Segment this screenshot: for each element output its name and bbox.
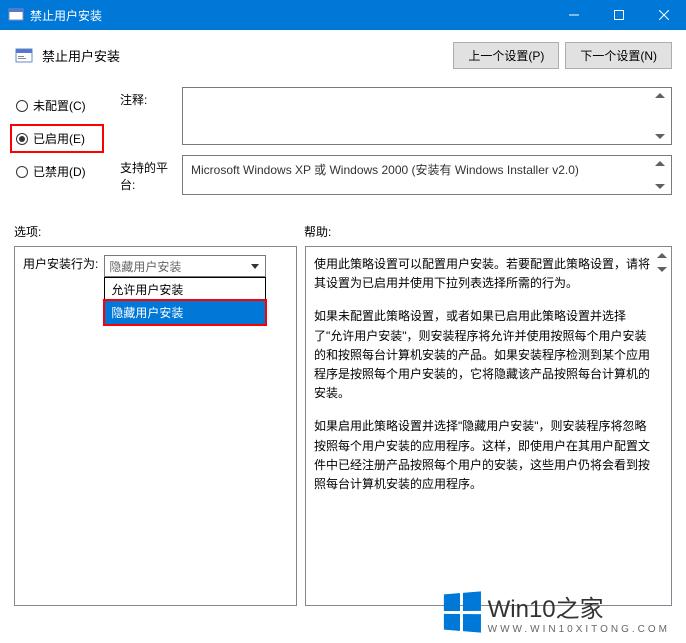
radio-not-configured[interactable]: 未配置(C) — [14, 93, 104, 118]
state-radio-group: 未配置(C) 已启用(E) 已禁用(D) — [14, 87, 104, 205]
radio-enabled[interactable]: 已启用(E) — [10, 124, 104, 153]
platform-value: Microsoft Windows XP 或 Windows 2000 (安装有… — [191, 163, 579, 177]
page-title: 禁止用户安装 — [42, 46, 453, 65]
comment-textarea[interactable] — [182, 87, 672, 145]
watermark-brand: Win10 — [488, 596, 556, 623]
user-install-behavior-label: 用户安装行为: — [23, 255, 98, 272]
watermark-url: WWW.WIN10XITONG.COM — [488, 624, 670, 635]
combo-value: 隐藏用户安装 — [109, 258, 181, 275]
maximize-button[interactable] — [596, 0, 641, 30]
watermark-suffix: 之家 — [556, 596, 604, 623]
help-paragraph: 如果启用此策略设置并选择"隐藏用户安装"，则安装程序将忽略按照每个用户安装的应用… — [314, 417, 651, 494]
dropdown-menu: 允许用户安装 隐藏用户安装 — [104, 277, 266, 325]
scroll-up-icon[interactable] — [655, 93, 665, 98]
header-row: 禁止用户安装 上一个设置(P) 下一个设置(N) — [14, 42, 672, 69]
radio-label: 已启用(E) — [33, 130, 85, 147]
windows-logo-icon — [444, 591, 481, 632]
policy-icon — [14, 46, 34, 66]
radio-off-icon — [16, 166, 28, 178]
close-button[interactable] — [641, 0, 686, 30]
scroll-up-icon[interactable] — [657, 253, 667, 258]
titlebar: 禁止用户安装 — [0, 0, 686, 30]
user-install-behavior-select[interactable]: 隐藏用户安装 — [104, 255, 266, 277]
minimize-button[interactable] — [551, 0, 596, 30]
options-section-label: 选项: — [14, 223, 304, 240]
prev-setting-button[interactable]: 上一个设置(P) — [453, 42, 559, 69]
radio-label: 未配置(C) — [33, 97, 86, 114]
help-paragraph: 如果未配置此策略设置，或者如果已启用此策略设置并选择了"允许用户安装"，则安装程… — [314, 307, 651, 403]
window-title: 禁止用户安装 — [30, 7, 551, 24]
scroll-down-icon[interactable] — [655, 134, 665, 139]
next-setting-button[interactable]: 下一个设置(N) — [565, 42, 672, 69]
scroll-up-icon[interactable] — [655, 161, 665, 166]
dropdown-item-allow[interactable]: 允许用户安装 — [105, 278, 265, 301]
supported-platform-box: Microsoft Windows XP 或 Windows 2000 (安装有… — [182, 155, 672, 195]
radio-disabled[interactable]: 已禁用(D) — [14, 159, 104, 184]
dropdown-item-hide[interactable]: 隐藏用户安装 — [105, 301, 265, 324]
app-icon — [8, 7, 24, 23]
comment-label: 注释: — [120, 87, 182, 108]
scroll-down-icon[interactable] — [657, 267, 667, 272]
window-controls — [551, 0, 686, 30]
platform-label: 支持的平台: — [120, 155, 182, 193]
radio-off-icon — [16, 100, 28, 112]
radio-label: 已禁用(D) — [33, 163, 86, 180]
watermark: Win10之家 WWW.WIN10XITONG.COM — [442, 589, 670, 635]
help-section-label: 帮助: — [304, 223, 331, 240]
help-paragraph: 使用此策略设置可以配置用户安装。若要配置此策略设置，请将其设置为已启用并使用下拉… — [314, 255, 651, 293]
options-panel: 用户安装行为: 隐藏用户安装 允许用户安装 隐藏用户安装 — [14, 246, 297, 606]
radio-on-icon — [16, 133, 28, 145]
scroll-down-icon[interactable] — [655, 184, 665, 189]
help-panel: 使用此策略设置可以配置用户安装。若要配置此策略设置，请将其设置为已启用并使用下拉… — [305, 246, 672, 606]
